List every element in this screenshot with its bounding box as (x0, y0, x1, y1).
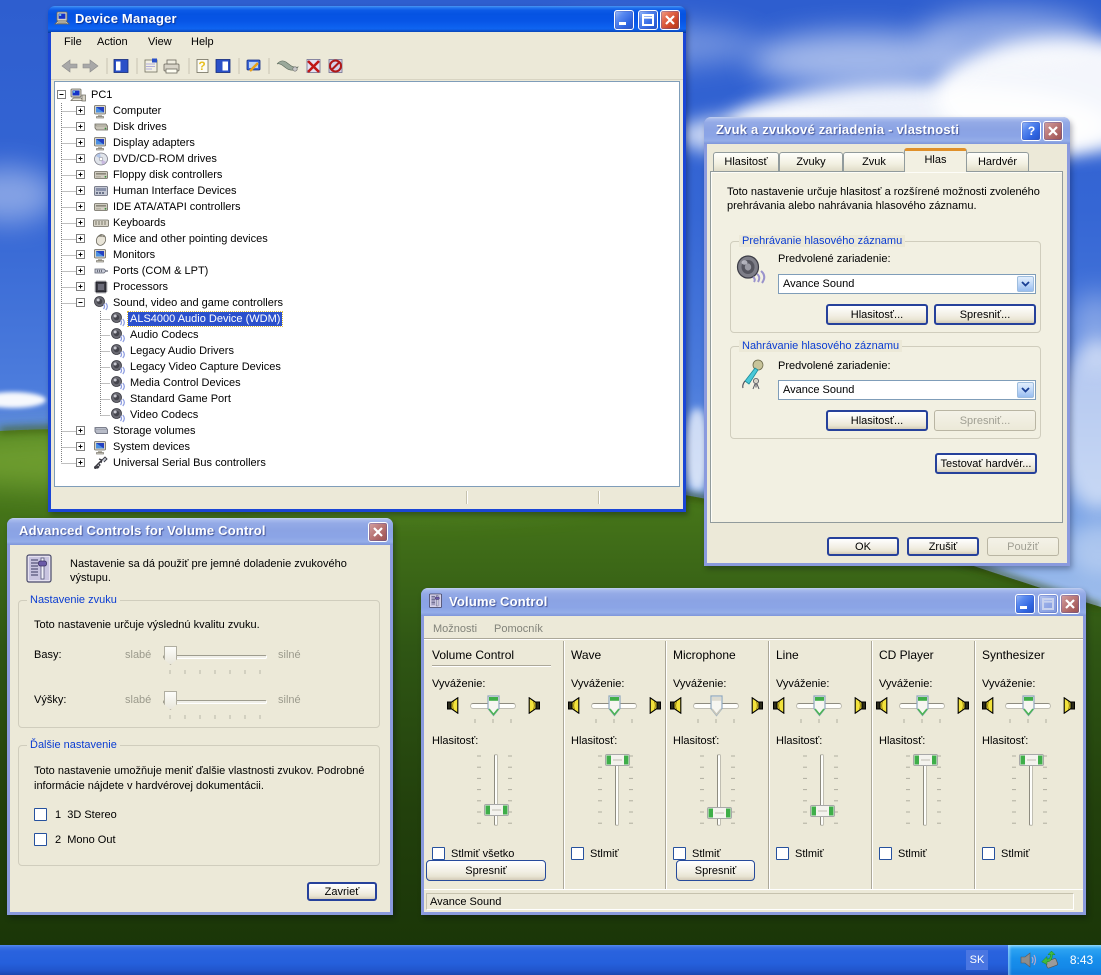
svg-text:?: ? (198, 59, 205, 73)
svg-text:?: ? (1027, 124, 1034, 138)
